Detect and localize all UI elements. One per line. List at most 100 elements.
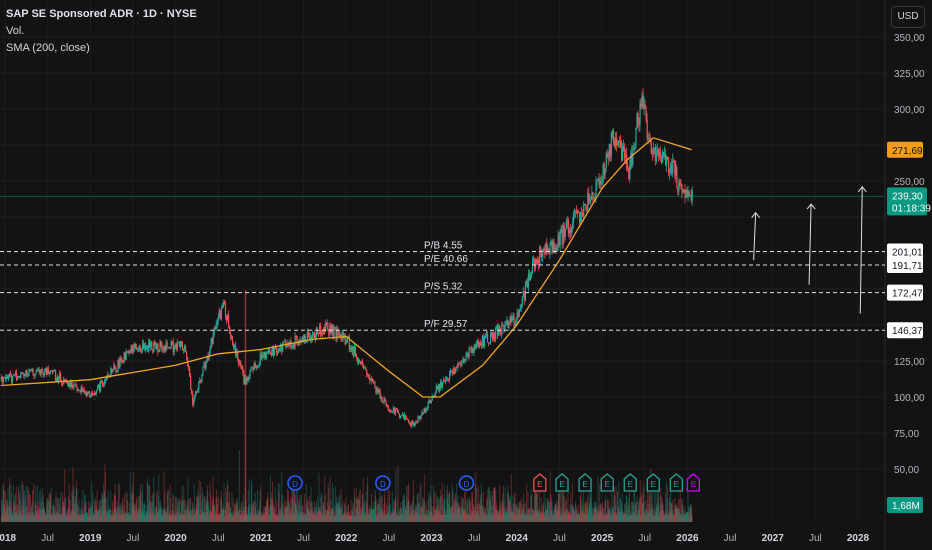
x-tick-label: 2028 [847, 533, 870, 544]
candle-body [577, 211, 579, 214]
candle-body [653, 147, 655, 149]
candle-body [219, 310, 221, 319]
candle-body [195, 391, 197, 396]
candle-body [118, 360, 120, 367]
candle-body [458, 363, 460, 364]
candle-body [625, 154, 627, 158]
candle-body [585, 203, 587, 206]
candle-body [627, 168, 629, 170]
x-tick-label: 2024 [506, 533, 529, 544]
candle-body [505, 324, 507, 326]
chart-container[interactable]: 350,00 325,00 300,00 250,00 125,00 100,00 75,0… [0, 0, 932, 550]
candle-body [454, 368, 456, 373]
candle-body [447, 378, 449, 380]
candle-body [88, 391, 90, 397]
candle-body [462, 358, 464, 364]
y-tick-label: 350,00 [894, 33, 925, 44]
candle-body [87, 391, 89, 393]
candle-body [390, 411, 392, 413]
candle-body [569, 229, 572, 233]
candle-body [112, 369, 114, 373]
candle-body [130, 345, 132, 353]
price-chart[interactable]: 350,00 325,00 300,00 250,00 125,00 100,00 75,0… [0, 0, 932, 550]
candle-body [521, 297, 523, 306]
candle-body [37, 369, 39, 371]
candle-body [10, 376, 13, 383]
candle-body [418, 416, 420, 418]
volume-indicator-label[interactable]: Vol. [6, 23, 197, 40]
candle-body [429, 400, 431, 403]
candle-body [283, 342, 285, 344]
y-tick-label: 50,00 [894, 465, 919, 476]
candle-body [651, 153, 653, 155]
candle-body [656, 149, 659, 153]
sma-indicator-label[interactable]: SMA (200, close) [6, 40, 197, 57]
candle-body [492, 332, 494, 340]
candle-body [223, 302, 226, 305]
candle-body [495, 328, 497, 340]
candle-body [353, 346, 356, 355]
candle-body [519, 308, 521, 310]
candle-body [221, 307, 224, 309]
candle-body [115, 366, 117, 372]
candle-body [85, 391, 87, 396]
candle-body [245, 377, 247, 384]
candle-body [197, 390, 199, 393]
candle-body [403, 414, 405, 419]
candle-body [524, 283, 527, 301]
candle-body [417, 417, 419, 423]
level-price-text: 191,71 [892, 261, 923, 272]
candle-body [198, 381, 200, 391]
candle-body [216, 321, 218, 325]
candle-body [250, 368, 252, 372]
candle-body [121, 360, 123, 362]
candle-body [666, 156, 668, 166]
candle-body [100, 381, 102, 391]
currency-button[interactable]: USD [891, 6, 925, 28]
candle-body [582, 212, 584, 216]
candle-body [52, 371, 55, 373]
candle-body [396, 409, 399, 413]
candle-body [30, 369, 32, 371]
candle-body [162, 349, 164, 351]
candle-body [218, 310, 220, 318]
candle-body [623, 146, 625, 150]
candle-body [430, 400, 432, 403]
candle-body [602, 164, 604, 182]
candle-body [328, 330, 330, 335]
candle-body [351, 346, 354, 352]
candle-body [235, 345, 237, 356]
candle-body [369, 376, 371, 381]
event-letter: E [582, 480, 587, 489]
y-tick-label: 325,00 [894, 69, 925, 80]
candle-body [131, 345, 133, 353]
candle-body [194, 395, 196, 400]
level-label: P/S 5.32 [424, 282, 463, 293]
candle-body [537, 259, 539, 263]
candle-body [608, 144, 610, 159]
candle-body [168, 347, 170, 349]
candle-body [425, 408, 427, 413]
symbol-title[interactable]: SAP SE Sponsored ADR · 1D · NYSE [6, 6, 197, 23]
candle-body [647, 137, 649, 139]
candle-body [227, 314, 230, 326]
candle-body [57, 377, 59, 382]
candle-body [151, 341, 153, 350]
candle-body [597, 179, 599, 181]
candle-body [670, 164, 672, 173]
candle-body [614, 137, 617, 147]
candle-body [18, 376, 20, 378]
x-tick-label: Jul [297, 533, 310, 544]
candle-body [604, 168, 606, 175]
candle-body [102, 381, 104, 386]
candle-body [562, 225, 564, 245]
candle-body [676, 167, 678, 188]
candle-body [583, 204, 585, 216]
candle-body [509, 316, 511, 323]
candle-body [538, 259, 540, 265]
candle-body [103, 384, 105, 386]
candle-body [578, 211, 580, 213]
candle-body [93, 393, 96, 396]
candle-body [312, 333, 315, 335]
candle-body [371, 378, 373, 382]
